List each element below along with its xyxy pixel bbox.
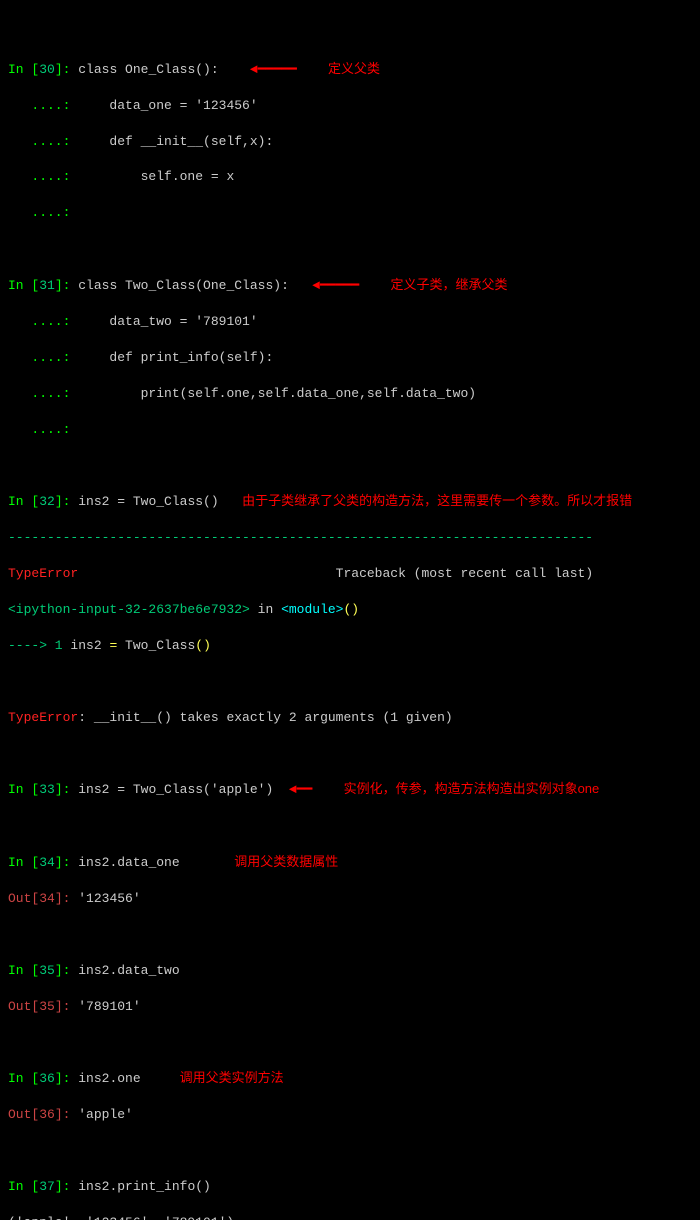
cell-32: In [32]: ins2 = Two_Class() 由于子类继承了父类的构造… bbox=[8, 492, 692, 511]
cell-31-line5: ....: bbox=[8, 421, 692, 439]
cell-30-line3: ....: def __init__(self,x): bbox=[8, 133, 692, 151]
annotation-define-parent: 定义父类 bbox=[328, 61, 380, 76]
annotation-error-reason: 由于子类继承了父类的构造方法，这里需要传一个参数。所以才报错 bbox=[242, 493, 632, 508]
arrow-icon: ◄━━ bbox=[289, 782, 312, 797]
cell-34-in: In [34]: ins2.data_one 调用父类数据属性 bbox=[8, 853, 692, 872]
cell-35-in: In [35]: ins2.data_two bbox=[8, 962, 692, 980]
error-message: TypeError: __init__() takes exactly 2 ar… bbox=[8, 709, 692, 727]
error-header: TypeError Traceback (most recent call la… bbox=[8, 565, 692, 583]
arrow-icon: ◄━━━━━ bbox=[250, 62, 297, 77]
cell-31-line4: ....: print(self.one,self.data_one,self.… bbox=[8, 385, 692, 403]
cell-30-line5: ....: bbox=[8, 204, 692, 222]
annotation-call-data: 调用父类数据属性 bbox=[234, 854, 338, 869]
cell-37-result: ('apple', '123456', '789101') bbox=[8, 1214, 692, 1220]
cell-30-line1: In [30]: class One_Class(): ◄━━━━━ 定义父类 bbox=[8, 60, 692, 79]
annotation-call-method: 调用父类实例方法 bbox=[180, 1070, 284, 1085]
arrow-icon: ◄━━━━━ bbox=[312, 278, 359, 293]
error-arrow-line: ----> 1 ins2 = Two_Class() bbox=[8, 637, 692, 655]
annotation-define-child: 定义子类，继承父类 bbox=[390, 277, 507, 292]
cell-31-line2: ....: data_two = '789101' bbox=[8, 313, 692, 331]
cell-30-line2: ....: data_one = '123456' bbox=[8, 97, 692, 115]
cell-31-line1: In [31]: class Two_Class(One_Class): ◄━━… bbox=[8, 276, 692, 295]
cell-35-out: Out[35]: '789101' bbox=[8, 998, 692, 1016]
cell-30-line4: ....: self.one = x bbox=[8, 168, 692, 186]
cell-36-in: In [36]: ins2.one 调用父类实例方法 bbox=[8, 1069, 692, 1088]
cell-31-line3: ....: def print_info(self): bbox=[8, 349, 692, 367]
cell-33: In [33]: ins2 = Two_Class('apple') ◄━━ 实… bbox=[8, 780, 692, 799]
cell-36-out: Out[36]: 'apple' bbox=[8, 1106, 692, 1124]
cell-37-in: In [37]: ins2.print_info() bbox=[8, 1178, 692, 1196]
error-separator: ----------------------------------------… bbox=[8, 529, 692, 547]
cell-34-out: Out[34]: '123456' bbox=[8, 890, 692, 908]
annotation-instantiate: 实例化，传参，构造方法构造出实例对象one bbox=[344, 781, 600, 796]
